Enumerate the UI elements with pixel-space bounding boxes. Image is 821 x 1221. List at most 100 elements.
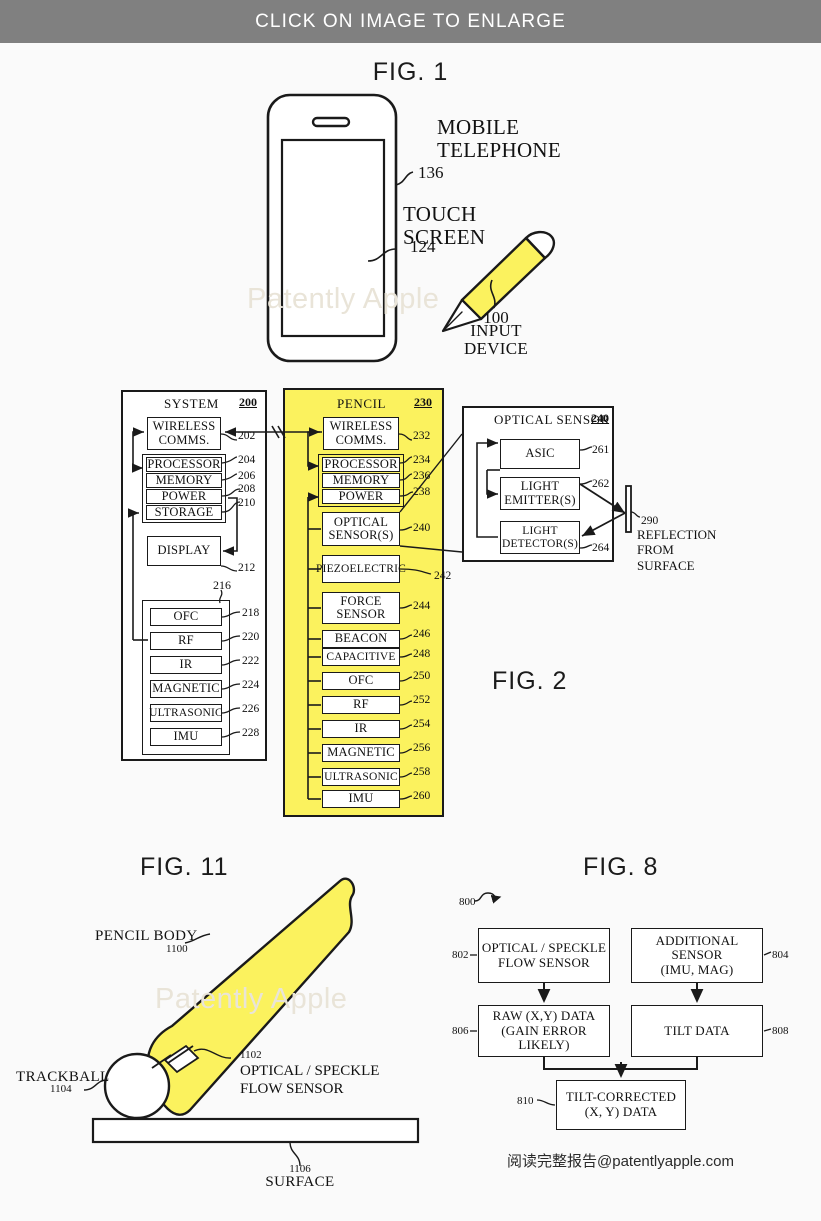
fig8-ref-806: 806 bbox=[452, 1025, 469, 1037]
fig8-block-804-label: ADDITIONAL SENSOR (IMU, MAG) bbox=[655, 932, 739, 977]
pencil-block-wireless-comms[interactable]: WIRELESS COMMS. bbox=[323, 417, 399, 450]
system-block-wireless-comms[interactable]: WIRELESS COMMS. bbox=[147, 417, 221, 450]
system-ref-210: 210 bbox=[238, 497, 256, 509]
system-block-ofc[interactable]: OFC bbox=[150, 608, 222, 626]
pencil-block-beacon-label: BEACON bbox=[334, 631, 388, 646]
pencil-ref-240: 240 bbox=[413, 522, 431, 534]
pencil-ref-252: 252 bbox=[413, 694, 431, 706]
pencil-block-magnetic[interactable]: MAGNETIC bbox=[322, 744, 400, 762]
watermark-fig1: Patently Apple bbox=[247, 283, 440, 315]
fig2-title: FIG. 2 bbox=[492, 667, 568, 695]
pencil-block-beacon[interactable]: BEACON bbox=[322, 630, 400, 648]
system-block-memory[interactable]: MEMORY bbox=[146, 473, 222, 488]
system-ref-208: 208 bbox=[238, 483, 256, 495]
fig8-ref-800: 800 bbox=[459, 896, 476, 908]
pencil-ref-234: 234 bbox=[413, 454, 431, 466]
pencil-block-power[interactable]: POWER bbox=[322, 489, 400, 504]
pencil-ref-260: 260 bbox=[413, 790, 431, 802]
system-block-ultrasonic[interactable]: ULTRASONIC bbox=[149, 704, 223, 722]
system-ref-218: 218 bbox=[242, 607, 260, 619]
pencil-block-piezoelectric[interactable]: PIEZOELECTRIC bbox=[316, 555, 406, 583]
pencil-ref-258: 258 bbox=[413, 766, 431, 778]
system-block-processor[interactable]: PROCESSOR bbox=[146, 457, 222, 472]
pencil-block-ultrasonic-label: ULTRASONIC bbox=[324, 770, 398, 783]
optical-block-asic-label: ASIC bbox=[525, 446, 555, 461]
pencil-block-ir[interactable]: IR bbox=[322, 720, 400, 738]
pencil-block-ultrasonic[interactable]: ULTRASONIC bbox=[322, 768, 400, 786]
pencil-ref-250: 250 bbox=[413, 670, 431, 682]
pencil-block-capacitive[interactable]: CAPACITIVE bbox=[322, 648, 400, 666]
pencil-ref-232: 232 bbox=[413, 430, 431, 442]
pencil-block-rf-label: RF bbox=[353, 697, 369, 712]
fig8-block-802-label: OPTICAL / SPECKLE FLOW SENSOR bbox=[481, 939, 607, 970]
pencil-block-processor[interactable]: PROCESSOR bbox=[322, 457, 400, 472]
pencil-panel-title: PENCIL bbox=[337, 396, 387, 411]
system-panel-ref: 200 bbox=[239, 395, 257, 409]
fig8-block-808-label: TILT DATA bbox=[664, 1022, 730, 1038]
fig1-label-mobile-telephone: MOBILE TELEPHONE bbox=[437, 115, 562, 162]
system-block-storage[interactable]: STORAGE bbox=[146, 505, 222, 520]
pencil-block-ir-label: IR bbox=[354, 721, 368, 736]
pencil-panel-ref: 230 bbox=[414, 395, 432, 409]
system-block-display-label: DISPLAY bbox=[157, 543, 211, 558]
fig11-label-flow-sensor: OPTICAL / SPECKLE FLOW SENSOR bbox=[240, 1063, 380, 1097]
system-block-display[interactable]: DISPLAY bbox=[147, 536, 221, 566]
system-ref-206: 206 bbox=[238, 470, 256, 482]
fig8-ref-804: 804 bbox=[772, 949, 789, 961]
system-block-ir[interactable]: IR bbox=[150, 656, 222, 674]
optical-block-asic[interactable]: ASIC bbox=[500, 439, 580, 469]
system-ref-220: 220 bbox=[242, 631, 260, 643]
system-block-rf-label: RF bbox=[178, 633, 194, 648]
fig8-block-additional-sensor[interactable]: ADDITIONAL SENSOR (IMU, MAG) bbox=[631, 928, 763, 983]
pencil-block-force-sensor[interactable]: FORCE SENSOR bbox=[322, 592, 400, 624]
optical-block-light-emitters-label: LIGHT EMITTER(S) bbox=[504, 479, 576, 507]
pencil-ref-242: 242 bbox=[434, 570, 452, 582]
system-block-magnetic-label: MAGNETIC bbox=[152, 681, 220, 696]
optical-block-light-detectors[interactable]: LIGHT DETECTOR(S) bbox=[500, 521, 580, 554]
system-block-imu-label: IMU bbox=[173, 729, 199, 744]
fig11-label-surface: SURFACE bbox=[265, 1174, 335, 1190]
fig11-title: FIG. 11 bbox=[140, 853, 229, 881]
pencil-block-memory[interactable]: MEMORY bbox=[322, 473, 400, 488]
fig8-ref-802: 802 bbox=[452, 949, 469, 961]
fig8-ref-810: 810 bbox=[517, 1095, 534, 1107]
fig8-block-806-label: RAW (X,Y) DATA (GAIN ERROR LIKELY) bbox=[492, 1008, 596, 1053]
pencil-ref-246: 246 bbox=[413, 628, 431, 640]
fig1-ref-136: 136 bbox=[418, 163, 444, 182]
pencil-block-imu[interactable]: IMU bbox=[322, 790, 400, 808]
fig8-block-raw-xy-data[interactable]: RAW (X,Y) DATA (GAIN ERROR LIKELY) bbox=[478, 1005, 610, 1057]
click-to-enlarge-banner[interactable]: CLICK ON IMAGE TO ENLARGE bbox=[0, 0, 821, 43]
fig1-label-input-device: INPUT DEVICE bbox=[463, 321, 529, 359]
pencil-ref-256: 256 bbox=[413, 742, 431, 754]
system-block-ofc-label: OFC bbox=[173, 609, 199, 624]
system-block-memory-label: MEMORY bbox=[155, 472, 213, 487]
system-block-power-label: POWER bbox=[161, 488, 207, 503]
system-block-imu[interactable]: IMU bbox=[150, 728, 222, 746]
fig8-block-optical-speckle-flow-sensor[interactable]: OPTICAL / SPECKLE FLOW SENSOR bbox=[478, 928, 610, 983]
banner-label: CLICK ON IMAGE TO ENLARGE bbox=[255, 10, 566, 32]
optical-block-light-emitters[interactable]: LIGHT EMITTER(S) bbox=[500, 477, 580, 510]
pencil-block-memory-label: MEMORY bbox=[332, 472, 390, 487]
pencil-block-rf[interactable]: RF bbox=[322, 696, 400, 714]
pencil-block-piezoelectric-label: PIEZOELECTRIC bbox=[315, 562, 407, 575]
fig8-block-tilt-corrected-xy-data[interactable]: TILT-CORRECTED (X, Y) DATA bbox=[556, 1080, 686, 1130]
system-ref-222: 222 bbox=[242, 655, 260, 667]
pencil-block-processor-label: PROCESSOR bbox=[324, 456, 398, 471]
system-block-power[interactable]: POWER bbox=[146, 489, 222, 504]
system-block-storage-label: STORAGE bbox=[154, 504, 214, 519]
pencil-block-force-sensor-label: FORCE SENSOR bbox=[336, 593, 386, 621]
pencil-block-optical-sensors[interactable]: OPTICAL SENSOR(S) bbox=[322, 512, 400, 546]
fig8-block-tilt-data[interactable]: TILT DATA bbox=[631, 1005, 763, 1057]
fig11-ref-1102: 1102 bbox=[240, 1049, 262, 1061]
system-block-rf[interactable]: RF bbox=[150, 632, 222, 650]
system-panel-title: SYSTEM bbox=[164, 396, 219, 411]
pencil-block-ofc-label: OFC bbox=[348, 673, 374, 688]
watermark-fig11: Patently Apple bbox=[155, 983, 348, 1015]
fig1-title: FIG. 1 bbox=[372, 58, 449, 86]
system-ref-212: 212 bbox=[238, 562, 256, 574]
system-block-ultrasonic-label: ULTRASONIC bbox=[149, 706, 223, 719]
system-block-magnetic[interactable]: MAGNETIC bbox=[150, 680, 222, 698]
pencil-block-power-label: POWER bbox=[338, 488, 384, 503]
pencil-block-ofc[interactable]: OFC bbox=[322, 672, 400, 690]
pencil-ref-248: 248 bbox=[413, 648, 431, 660]
